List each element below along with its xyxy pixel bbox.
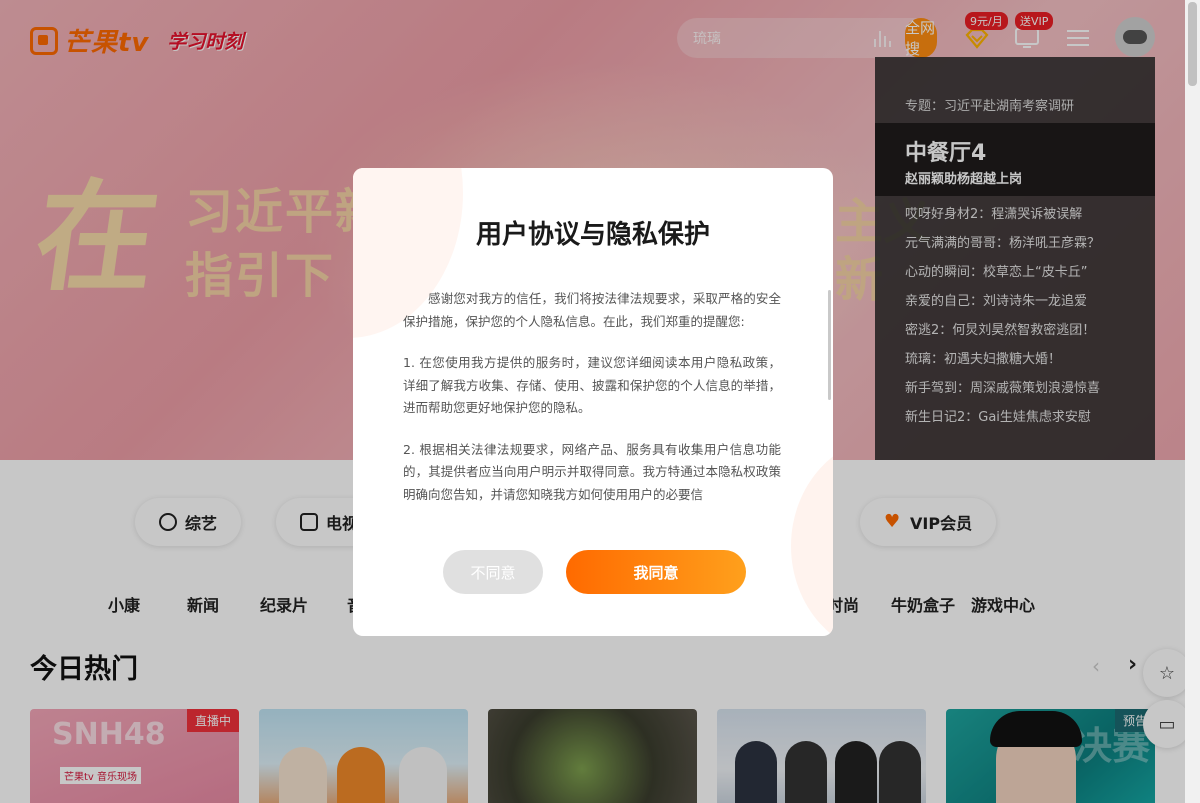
decorative-circle bbox=[791, 436, 833, 636]
privacy-agreement-dialog: 用户协议与隐私保护 感谢您对我方的信任，我们将按法律法规要求，采取严格的安全保护… bbox=[353, 168, 833, 636]
agree-button[interactable]: 我同意 bbox=[566, 550, 746, 594]
dialog-paragraph: 1. 在您使用我方提供的服务时，建议您详细阅读本用户隐私政策，详细了解我方收集、… bbox=[403, 355, 781, 415]
page-scrollbar[interactable] bbox=[1185, 0, 1200, 803]
dialog-paragraph: 2. 根据相关法律法规要求，网络产品、服务具有收集用户信息功能的，其提供者应当向… bbox=[403, 441, 781, 502]
disagree-button[interactable]: 不同意 bbox=[443, 550, 543, 594]
dialog-body[interactable]: 感谢您对我方的信任，我们将按法律法规要求，采取严格的安全保护措施，保护您的个人隐… bbox=[403, 288, 781, 503]
dialog-scrollbar[interactable] bbox=[828, 290, 831, 400]
dialog-paragraph: 感谢您对我方的信任，我们将按法律法规要求，采取严格的安全保护措施，保护您的个人隐… bbox=[403, 291, 781, 329]
scroll-thumb[interactable] bbox=[1188, 2, 1197, 86]
dialog-title: 用户协议与隐私保护 bbox=[475, 220, 710, 250]
